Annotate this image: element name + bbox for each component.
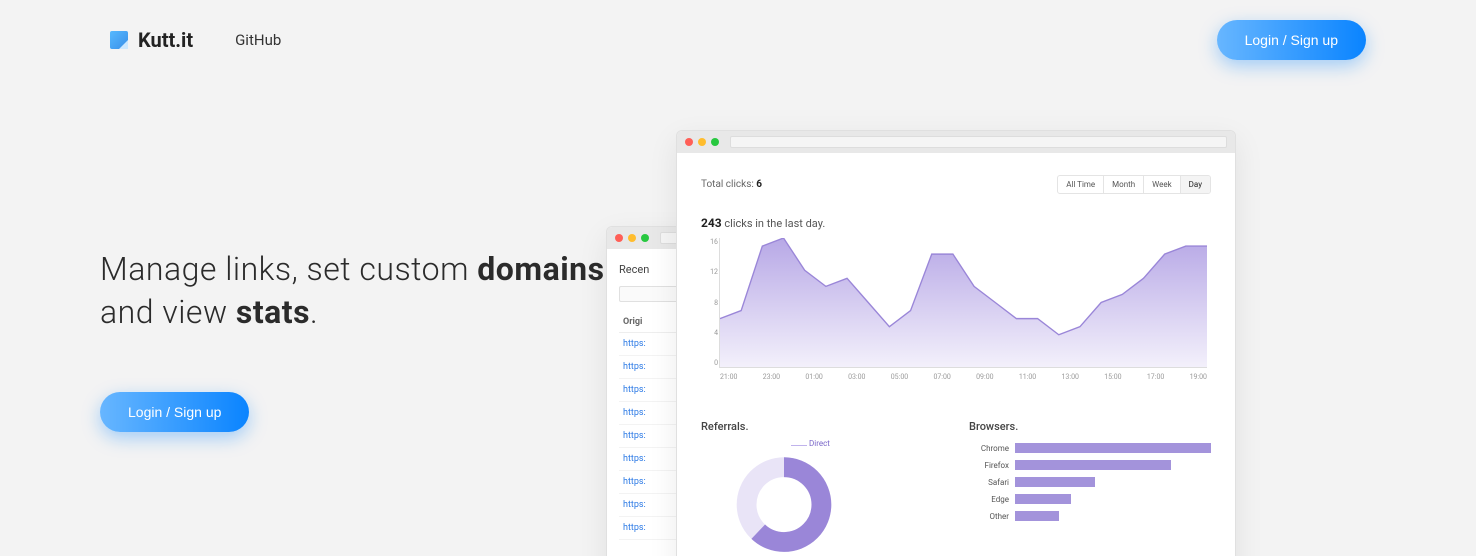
brand[interactable]: Kutt.it (110, 28, 193, 52)
link-cell[interactable]: https: (623, 500, 646, 510)
hero-login-signup-button[interactable]: Login / Sign up (100, 392, 249, 432)
bar-label: Safari (969, 478, 1009, 487)
y-tick: 8 (702, 299, 718, 307)
browsers-bars: Chrome Firefox Safari Edge Other (969, 443, 1211, 521)
x-tick: 17:00 (1147, 373, 1164, 381)
time-range-picker: All TimeMonthWeekDay (1057, 175, 1211, 194)
x-tick: 03:00 (848, 373, 865, 381)
bar (1015, 460, 1171, 470)
close-icon (615, 234, 623, 242)
bar (1015, 511, 1059, 521)
total-clicks-value: 6 (756, 179, 762, 190)
hero-cta: Login / Sign up (100, 392, 620, 432)
time-range-option[interactable]: All Time (1058, 176, 1103, 193)
time-range-option[interactable]: Week (1143, 176, 1180, 193)
minimize-icon (628, 234, 636, 242)
chart-x-ticks: 21:00 23:00 01:00 03:00 05:00 07:00 09:00 11:00… (720, 373, 1207, 381)
link-cell[interactable]: https: (623, 339, 646, 349)
referrals-chart: Referrals. Direct (701, 420, 939, 553)
donut-direct-label: Direct (809, 439, 830, 448)
x-tick: 13:00 (1062, 373, 1079, 381)
link-cell[interactable]: https: (623, 431, 646, 441)
stats-body: Total clicks: 6 All TimeMonthWeekDay 243… (677, 153, 1235, 556)
maximize-icon (641, 234, 649, 242)
time-range-option[interactable]: Day (1180, 176, 1210, 193)
hero-line2-bold: stats (236, 293, 310, 331)
login-signup-button[interactable]: Login / Sign up (1217, 20, 1366, 60)
preview-stats-window: Total clicks: 6 All TimeMonthWeekDay 243… (676, 130, 1236, 556)
hero: Manage links, set custom domains and vie… (100, 248, 620, 432)
x-tick: 15:00 (1104, 373, 1121, 381)
bar-row: Other (969, 511, 1211, 521)
minimize-icon (698, 138, 706, 146)
total-clicks: Total clicks: 6 (701, 179, 762, 190)
y-tick: 0 (702, 359, 718, 367)
window-titlebar (677, 131, 1235, 153)
bar-label: Other (969, 512, 1009, 521)
link-cell[interactable]: https: (623, 385, 646, 395)
hero-line1-bold: domains (477, 250, 604, 288)
nav-github-link[interactable]: GitHub (235, 31, 281, 49)
logo-icon (110, 31, 128, 49)
x-tick: 11:00 (1019, 373, 1036, 381)
browsers-chart: Browsers. Chrome Firefox Safari Edge Other (969, 420, 1211, 553)
bar-label: Firefox (969, 461, 1009, 470)
clicks-summary: 243 clicks in the last day. (701, 216, 1211, 230)
bar-row: Edge (969, 494, 1211, 504)
hero-line1-pre: Manage links, set custom (100, 250, 477, 288)
y-tick: 4 (702, 329, 718, 337)
x-tick: 05:00 (891, 373, 908, 381)
sub-charts: Referrals. Direct Browsers. Chrome Firefo… (701, 420, 1211, 553)
x-tick: 01:00 (805, 373, 822, 381)
link-cell[interactable]: https: (623, 408, 646, 418)
x-tick: 21:00 (720, 373, 737, 381)
clicks-summary-value: 243 (701, 216, 722, 230)
clicks-summary-suffix: clicks in the last day. (722, 217, 826, 230)
hero-line2-post: . (310, 293, 318, 331)
total-clicks-label: Total clicks: (701, 179, 756, 190)
link-cell[interactable]: https: (623, 477, 646, 487)
preview-area: Recen Origi https:https:https:https:http… (606, 130, 1246, 556)
x-tick: 19:00 (1190, 373, 1207, 381)
x-tick: 09:00 (976, 373, 993, 381)
referrals-donut: Direct (729, 443, 839, 553)
stats-header: Total clicks: 6 All TimeMonthWeekDay (701, 175, 1211, 194)
close-icon (685, 138, 693, 146)
hero-line2-pre: and view (100, 293, 236, 331)
y-tick: 12 (702, 268, 718, 276)
bar-label: Edge (969, 495, 1009, 504)
bar-row: Safari (969, 477, 1211, 487)
y-tick: 16 (702, 238, 718, 246)
bar-row: Firefox (969, 460, 1211, 470)
link-cell[interactable]: https: (623, 454, 646, 464)
area-chart-svg (720, 238, 1207, 367)
x-tick: 07:00 (933, 373, 950, 381)
bar-row: Chrome (969, 443, 1211, 453)
hero-headline: Manage links, set custom domains and vie… (100, 248, 620, 334)
link-cell[interactable]: https: (623, 362, 646, 372)
clicks-area-chart: 1612840 21:0023:0001:0003:0005:0007:0009… (719, 238, 1207, 368)
bar (1015, 494, 1071, 504)
maximize-icon (711, 138, 719, 146)
browsers-title: Browsers. (969, 420, 1211, 433)
time-range-option[interactable]: Month (1103, 176, 1143, 193)
brand-name: Kutt.it (138, 28, 193, 52)
bar (1015, 477, 1095, 487)
address-bar (730, 136, 1227, 148)
bar (1015, 443, 1211, 453)
link-cell[interactable]: https: (623, 523, 646, 533)
donut-svg (729, 443, 839, 553)
header: Kutt.it GitHub Login / Sign up (0, 0, 1476, 80)
bar-label: Chrome (969, 444, 1009, 453)
referrals-title: Referrals. (701, 420, 939, 433)
chart-y-ticks: 16 12 8 4 0 (702, 238, 718, 367)
x-tick: 23:00 (763, 373, 780, 381)
